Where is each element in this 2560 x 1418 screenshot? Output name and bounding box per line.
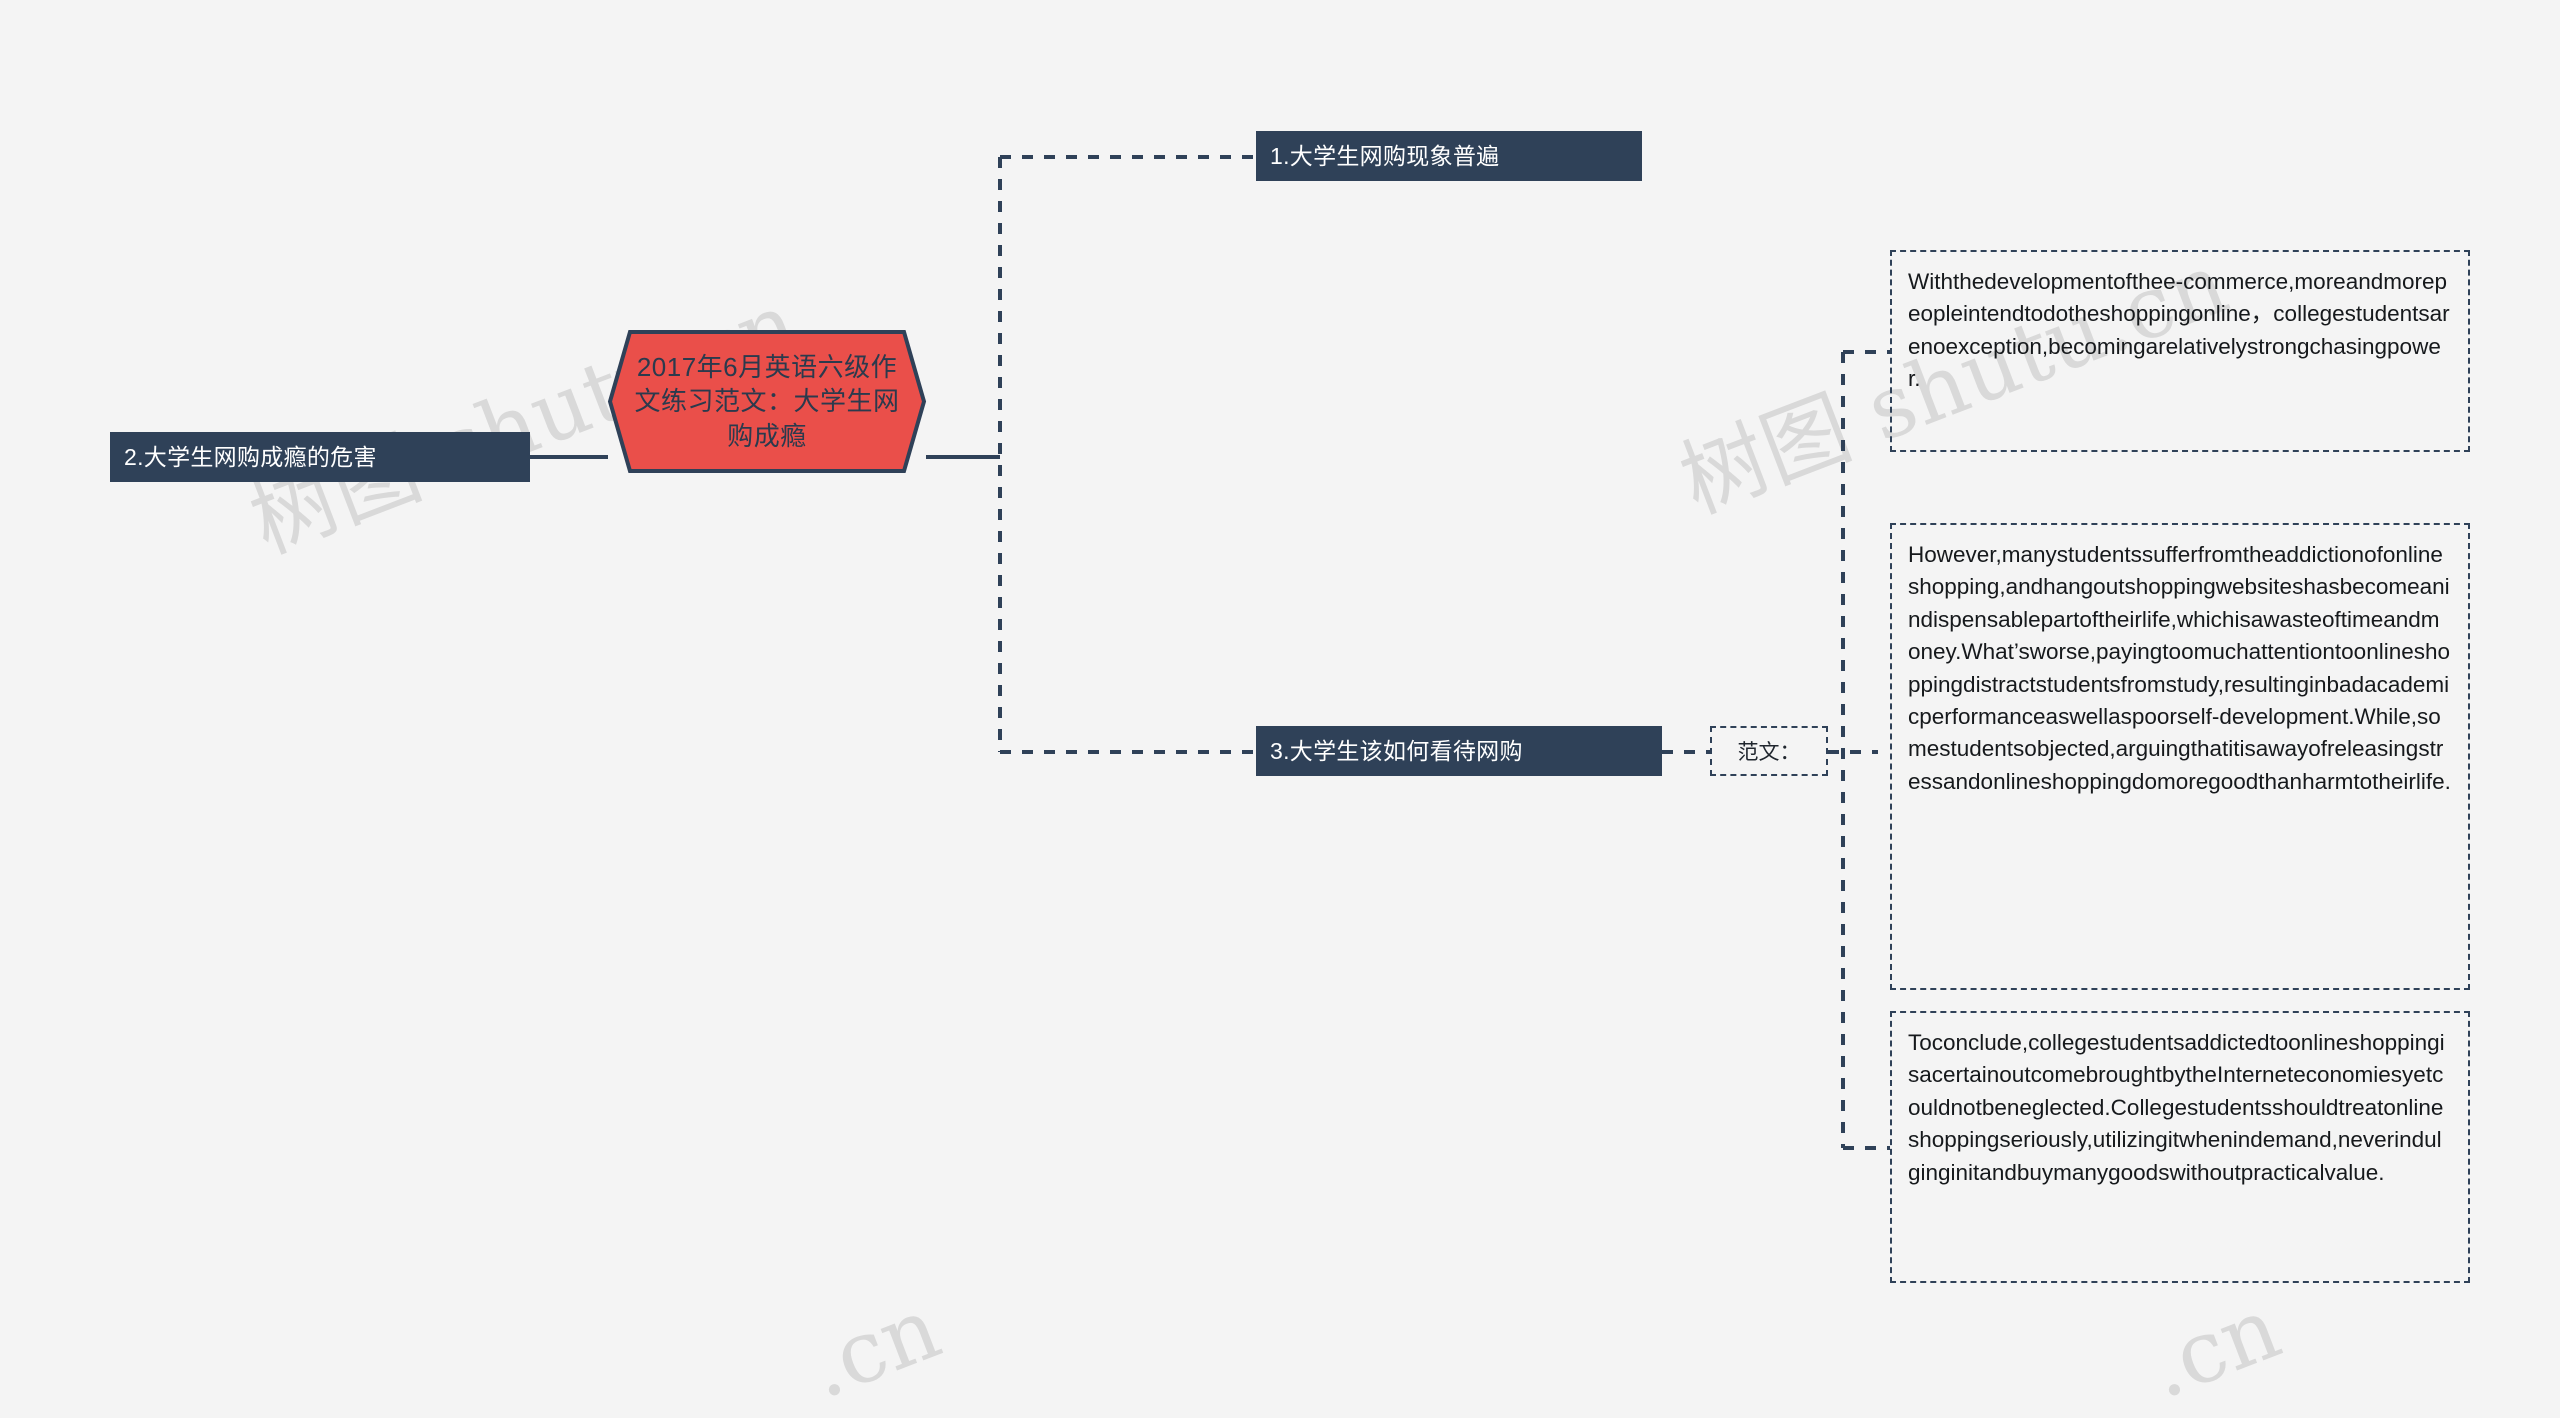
sample-essay-label: 范文： (1737, 741, 1801, 764)
branch-node-3[interactable]: 3.大学生该如何看待网购 (1256, 726, 1662, 776)
branch-node-2-label: 2.大学生网购成瘾的危害 (124, 443, 377, 470)
watermark: .cn (2135, 1278, 2294, 1418)
watermark: .cn (795, 1278, 954, 1418)
essay-paragraph-3[interactable]: Toconclude,collegestudentsaddictedtoonli… (1890, 1011, 2470, 1283)
essay-paragraph-1[interactable]: Withthedevelopmentofthee-commerce,morean… (1890, 250, 2470, 452)
root-node-label: 2017年6月英语六级作文练习范文：大学生网购成瘾 (634, 352, 900, 451)
essay-paragraph-2[interactable]: However,manystudentssufferfromtheaddicti… (1890, 523, 2470, 990)
branch-node-1-label: 1.大学生网购现象普遍 (1270, 142, 1500, 169)
branch-node-2[interactable]: 2.大学生网购成瘾的危害 (110, 432, 530, 482)
branch-node-1[interactable]: 1.大学生网购现象普遍 (1256, 131, 1642, 181)
root-node[interactable]: 2017年6月英语六级作文练习范文：大学生网购成瘾 (607, 330, 927, 473)
sample-essay-label-node[interactable]: 范文： (1710, 726, 1828, 776)
mindmap-canvas: 树图 shutu.cn 树图 shutu.cn .cn .cn 2017年6月英… (0, 0, 2560, 1418)
branch-node-3-label: 3.大学生该如何看待网购 (1270, 737, 1523, 764)
